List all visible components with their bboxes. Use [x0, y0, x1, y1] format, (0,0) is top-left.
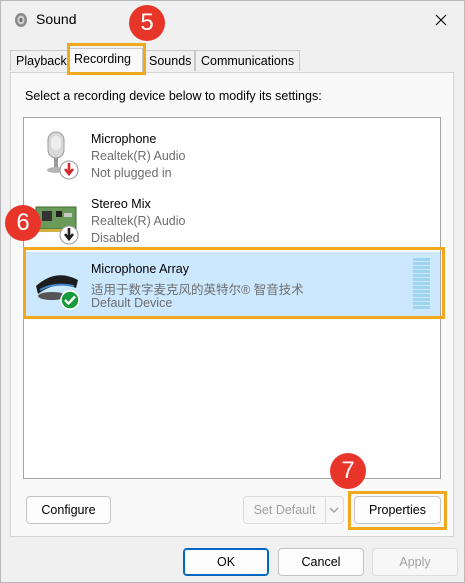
- close-icon: [435, 14, 447, 26]
- device-status: Not plugged in: [91, 166, 172, 180]
- device-name: Microphone: [91, 132, 157, 146]
- device-item-stereo-mix[interactable]: Stereo Mix Realtek(R) Audio Disabled: [24, 187, 440, 251]
- configure-button[interactable]: Configure: [26, 496, 111, 524]
- set-default-dropdown[interactable]: [326, 496, 344, 524]
- ok-button[interactable]: OK: [183, 548, 269, 576]
- apply-button[interactable]: Apply: [372, 548, 458, 576]
- cancel-button[interactable]: Cancel: [278, 548, 364, 576]
- device-driver: Realtek(R) Audio: [91, 214, 186, 228]
- level-meter: [413, 258, 430, 310]
- device-item-microphone-array[interactable]: Microphone Array 适用于数字麦克风的英特尔® 智音技术 Defa…: [24, 252, 440, 316]
- device-name: Stereo Mix: [91, 197, 151, 211]
- microphone-array-icon: [34, 258, 80, 310]
- step-badge-5: 5: [129, 5, 165, 41]
- tab-recording[interactable]: Recording: [68, 48, 143, 73]
- sound-card-icon: [34, 193, 80, 245]
- device-status: Disabled: [91, 231, 140, 245]
- instruction-text: Select a recording device below to modif…: [25, 89, 322, 103]
- device-name: Microphone Array: [91, 262, 189, 276]
- device-driver: Realtek(R) Audio: [91, 149, 186, 163]
- chevron-down-icon: [329, 507, 339, 514]
- tab-playback[interactable]: Playback: [10, 50, 68, 71]
- window-title: Sound: [36, 11, 77, 27]
- microphone-icon: [34, 128, 80, 180]
- step-badge-6: 6: [5, 205, 41, 241]
- device-list[interactable]: Microphone Realtek(R) Audio Not plugged …: [23, 117, 441, 479]
- device-item-microphone[interactable]: Microphone Realtek(R) Audio Not plugged …: [24, 122, 440, 186]
- speaker-icon: [12, 11, 30, 29]
- set-default-button[interactable]: Set Default: [243, 496, 326, 524]
- sound-dialog: Sound Playback Recording Sounds Communic…: [0, 0, 465, 583]
- title-bar: Sound: [1, 1, 464, 39]
- step-badge-7: 7: [330, 453, 366, 489]
- close-button[interactable]: [418, 1, 464, 39]
- tab-communications[interactable]: Communications: [195, 50, 300, 71]
- device-status: Default Device: [91, 296, 173, 310]
- properties-button[interactable]: Properties: [354, 496, 441, 524]
- tab-sounds[interactable]: Sounds: [143, 50, 195, 71]
